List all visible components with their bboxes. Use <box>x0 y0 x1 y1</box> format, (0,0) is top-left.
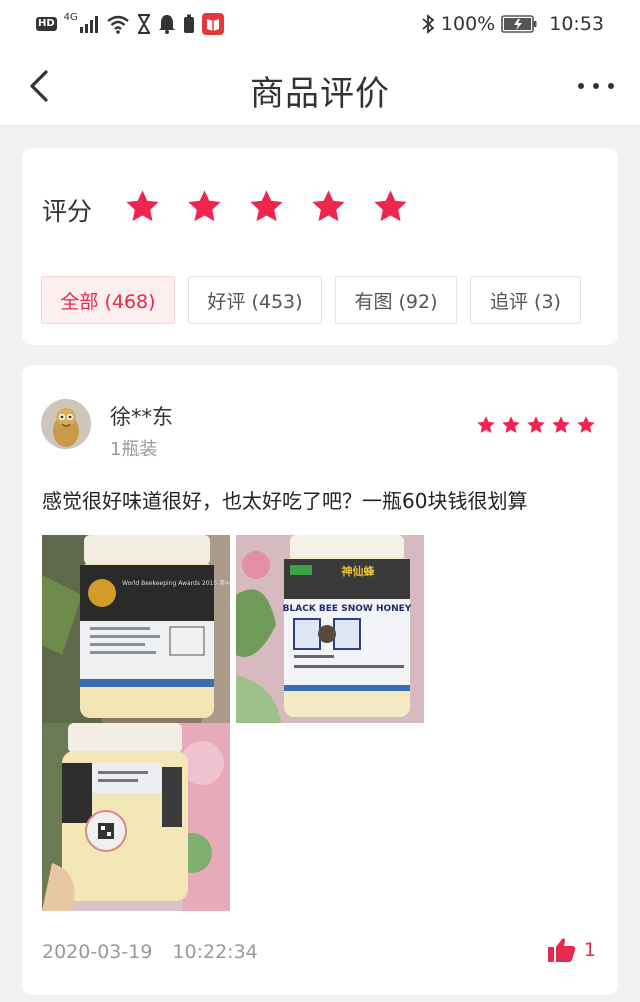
filter-tab-all[interactable]: 全部 (468) <box>41 276 175 324</box>
bluetooth-icon <box>421 14 435 34</box>
rating-label: 评分 <box>42 197 93 226</box>
more-dots-icon <box>578 83 614 89</box>
star-icon <box>477 416 495 433</box>
star-icon <box>312 190 345 222</box>
hd-icon: HD <box>36 17 57 31</box>
review-stars <box>476 415 596 435</box>
page-header: 商品评价 <box>0 48 640 126</box>
bell-icon <box>158 14 176 34</box>
review-photo-1[interactable]: World Beekeeping Awards 2015 第44届国际养蜂大会金… <box>42 535 230 723</box>
purchased-variant: 1瓶装 <box>110 439 158 460</box>
filter-tab-positive[interactable]: 好评 (453) <box>188 276 322 324</box>
filter-tab-follow-up[interactable]: 追评 (3) <box>470 276 581 324</box>
reader-app-icon <box>201 13 224 35</box>
review-photo-3[interactable] <box>42 723 230 911</box>
page-title: 商品评价 <box>250 74 390 114</box>
network-type-label: 4G <box>63 12 78 23</box>
like-count: 1 <box>583 939 596 961</box>
star-icon <box>126 190 159 222</box>
review-photo-2[interactable]: 神仙蜂 BLACK BEE SNOW HONEY <box>236 535 424 723</box>
star-icon <box>188 190 221 222</box>
rating-stars <box>124 188 409 225</box>
review-filter-tabs: 全部 (468) 好评 (453) 有图 (92) 追评 (3) <box>41 276 581 324</box>
honey-jar-photo: World Beekeeping Awards 2015 第44届国际养蜂大会金… <box>42 535 230 723</box>
avatar-image <box>41 399 91 449</box>
review-datetime: 2020-03-19 10:22:34 <box>42 941 258 963</box>
battery-percent: 100% <box>440 13 496 35</box>
avatar[interactable] <box>41 399 91 449</box>
signal-4g-icon: 4G <box>63 12 99 34</box>
jar-product-name: BLACK BEE SNOW HONEY <box>283 604 412 614</box>
like-button[interactable]: 1 <box>547 937 596 963</box>
honey-jar-photo: 神仙蜂 BLACK BEE SNOW HONEY <box>236 535 424 723</box>
review-card: 徐**东 1瓶装 感觉很好味道很好，也太好吃了吧？一瓶60块钱很划算 World… <box>22 365 618 995</box>
thumbs-up-icon <box>547 938 576 962</box>
star-icon <box>527 416 545 433</box>
jar-label-text: World Beekeeping Awards 2015 第44届国际养蜂大会金… <box>122 579 230 587</box>
battery-icon <box>501 15 537 33</box>
rating-summary-card: 评分 全部 (468) 好评 (453) 有图 (92) 追评 (3) <box>22 148 618 345</box>
honey-jar-photo <box>42 723 230 911</box>
reviewer-name: 徐**东 <box>110 405 173 429</box>
status-left-icons: HD 4G <box>36 13 224 35</box>
jar-brand-text: 神仙蜂 <box>342 564 376 578</box>
review-text: 感觉很好味道很好，也太好吃了吧？一瓶60块钱很划算 <box>42 489 528 513</box>
review-time: 10:22:34 <box>172 941 258 963</box>
filter-tab-with-photos[interactable]: 有图 (92) <box>335 276 457 324</box>
clock: 10:53 <box>549 13 604 35</box>
star-icon <box>502 416 520 433</box>
status-right-icons: 100% 10:53 <box>421 13 604 35</box>
status-bar: HD 4G 100% 10:53 <box>0 0 640 48</box>
battery-saver-icon <box>183 14 195 34</box>
wifi-icon <box>106 14 130 34</box>
star-icon <box>577 416 595 433</box>
star-icon <box>552 416 570 433</box>
review-date: 2020-03-19 <box>42 941 153 963</box>
hourglass-icon <box>137 14 151 34</box>
star-icon <box>374 190 407 222</box>
more-button[interactable] <box>574 74 618 98</box>
star-icon <box>250 190 283 222</box>
